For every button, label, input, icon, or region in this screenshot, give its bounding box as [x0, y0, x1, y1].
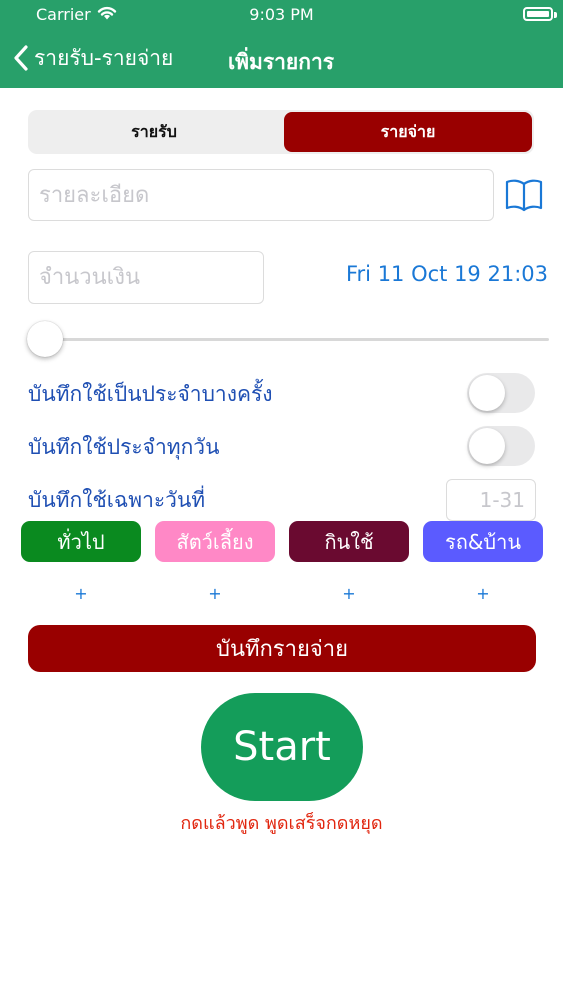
date-picker[interactable]: Fri 11 Oct 19 21:03 — [280, 262, 548, 286]
clock: 9:03 PM — [249, 5, 314, 24]
add-car-home-button[interactable]: + — [473, 584, 493, 603]
category-pets-button[interactable]: สัตว์เลี้ยง — [155, 521, 275, 562]
navigation-bar: รายรับ-รายจ่าย เพิ่มรายการ — [0, 40, 563, 76]
amount-input[interactable] — [28, 251, 264, 304]
save-expense-button[interactable]: บันทึกรายจ่าย — [28, 625, 536, 672]
status-bar: Carrier 9:03 PM — [0, 3, 563, 25]
specific-day-label: บันทึกใช้เฉพาะวันที่ — [28, 488, 206, 512]
voice-hint: กดแล้วพูด พูดเสร็จกดหยุด — [180, 813, 383, 834]
occasional-toggle[interactable] — [467, 373, 535, 413]
toggle-knob — [469, 375, 505, 411]
specific-day-input[interactable] — [446, 479, 536, 521]
add-pets-button[interactable]: + — [205, 584, 225, 603]
daily-label: บันทึกใช้ประจำทุกวัน — [28, 435, 220, 459]
slider-thumb[interactable] — [27, 321, 63, 357]
chevron-left-icon — [14, 45, 28, 71]
app-header: Carrier 9:03 PM รายรับ-รายจ่าย เพิ่มรายก… — [0, 0, 563, 88]
category-general-button[interactable]: ทั่วไป — [21, 521, 141, 562]
category-food-button[interactable]: กินใช้ — [289, 521, 409, 562]
segment-income[interactable]: รายรับ — [30, 112, 278, 152]
daily-toggle[interactable] — [467, 426, 535, 466]
add-general-button[interactable]: + — [71, 584, 91, 603]
battery-nub — [554, 12, 557, 18]
book-icon[interactable] — [504, 172, 544, 216]
add-food-button[interactable]: + — [339, 584, 359, 603]
back-label: รายรับ-รายจ่าย — [34, 45, 174, 70]
battery-icon — [523, 7, 553, 21]
type-segmented-control: รายรับ รายจ่าย — [28, 110, 534, 154]
start-voice-button[interactable]: Start — [201, 693, 363, 801]
category-car-home-button[interactable]: รถ&บ้าน — [423, 521, 543, 562]
occasional-label: บันทึกใช้เป็นประจำบางครั้ง — [28, 382, 273, 406]
segment-expense[interactable]: รายจ่าย — [284, 112, 532, 152]
detail-input[interactable] — [28, 169, 494, 221]
toggle-knob — [469, 428, 505, 464]
slider-track[interactable] — [44, 338, 549, 341]
page-title: เพิ่มรายการ — [228, 50, 335, 74]
back-button[interactable]: รายรับ-รายจ่าย — [14, 40, 173, 76]
